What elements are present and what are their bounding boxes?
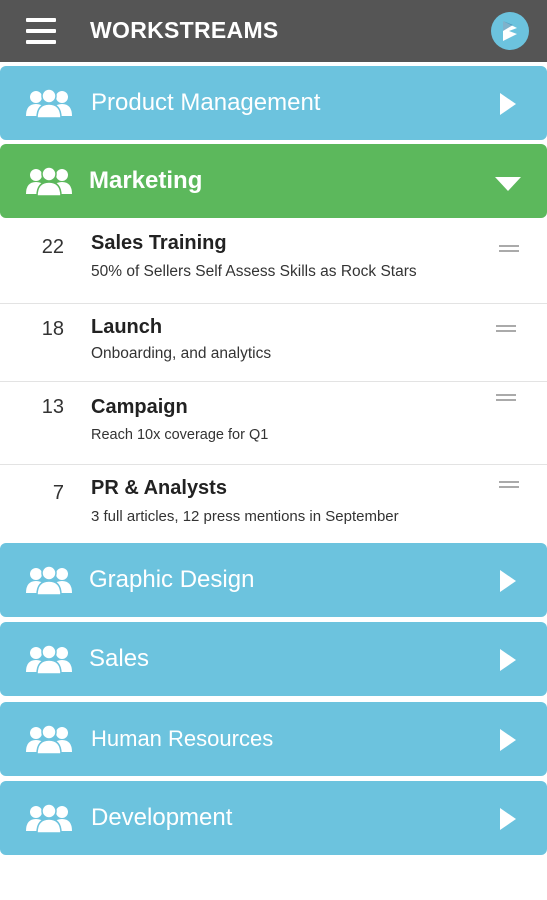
people-group-icon (26, 803, 72, 833)
item-title: PR & Analysts (91, 477, 227, 499)
page-title: WORKSTREAMS (90, 17, 279, 43)
group-label: Sales (89, 645, 150, 672)
item-subtitle: 50% of Sellers Self Assess Skills as Roc… (91, 263, 417, 280)
item-count: 22 (41, 236, 64, 258)
item-subtitle: Onboarding, and analytics (91, 345, 272, 362)
drag-handle-icon[interactable] (496, 325, 516, 332)
chevron-right-icon (500, 808, 516, 830)
chevron-right-icon (500, 649, 516, 671)
group-sales[interactable]: Sales (0, 622, 547, 696)
group-label: Human Resources (91, 726, 274, 751)
app-bar: WORKSTREAMS (0, 0, 547, 62)
item-title: Campaign (91, 396, 188, 418)
group-label: Development (91, 804, 233, 831)
hamburger-icon[interactable] (26, 18, 56, 44)
chevron-down-icon (495, 177, 521, 191)
chevron-right-icon (500, 570, 516, 592)
item-count: 13 (41, 396, 64, 418)
group-human-resources[interactable]: Human Resources (0, 702, 547, 776)
drag-handle-icon[interactable] (499, 481, 519, 488)
list-item[interactable]: 13 Campaign Reach 10x coverage for Q1 (0, 382, 547, 465)
item-subtitle: 3 full articles, 12 press mentions in Se… (91, 508, 399, 525)
list-item[interactable]: 22 Sales Training 50% of Sellers Self As… (0, 218, 547, 304)
chevron-right-icon (500, 729, 516, 751)
group-label: Graphic Design (89, 566, 255, 593)
group-product-management[interactable]: Product Management (0, 66, 547, 140)
chevron-right-icon (500, 93, 516, 115)
drag-handle-icon[interactable] (499, 245, 519, 252)
item-count: 7 (52, 482, 64, 504)
group-development[interactable]: Development (0, 781, 547, 855)
item-title: Sales Training (91, 232, 227, 254)
item-title: Launch (91, 316, 163, 338)
people-group-icon (26, 565, 72, 595)
people-group-icon (26, 88, 72, 118)
people-group-icon (26, 644, 72, 674)
group-label: Product Management (91, 89, 321, 116)
group-graphic-design[interactable]: Graphic Design (0, 543, 547, 617)
drag-handle-icon[interactable] (496, 394, 516, 401)
list-item[interactable]: 18 Launch Onboarding, and analytics (0, 304, 547, 382)
list-item[interactable]: 7 PR & Analysts 3 full articles, 12 pres… (0, 465, 547, 543)
app-logo-icon[interactable] (491, 12, 529, 50)
item-count: 18 (41, 318, 64, 340)
people-group-icon (26, 166, 72, 196)
item-subtitle: Reach 10x coverage for Q1 (91, 427, 269, 443)
group-label: Marketing (89, 167, 203, 194)
people-group-icon (26, 724, 72, 754)
group-marketing[interactable]: Marketing (0, 144, 547, 218)
